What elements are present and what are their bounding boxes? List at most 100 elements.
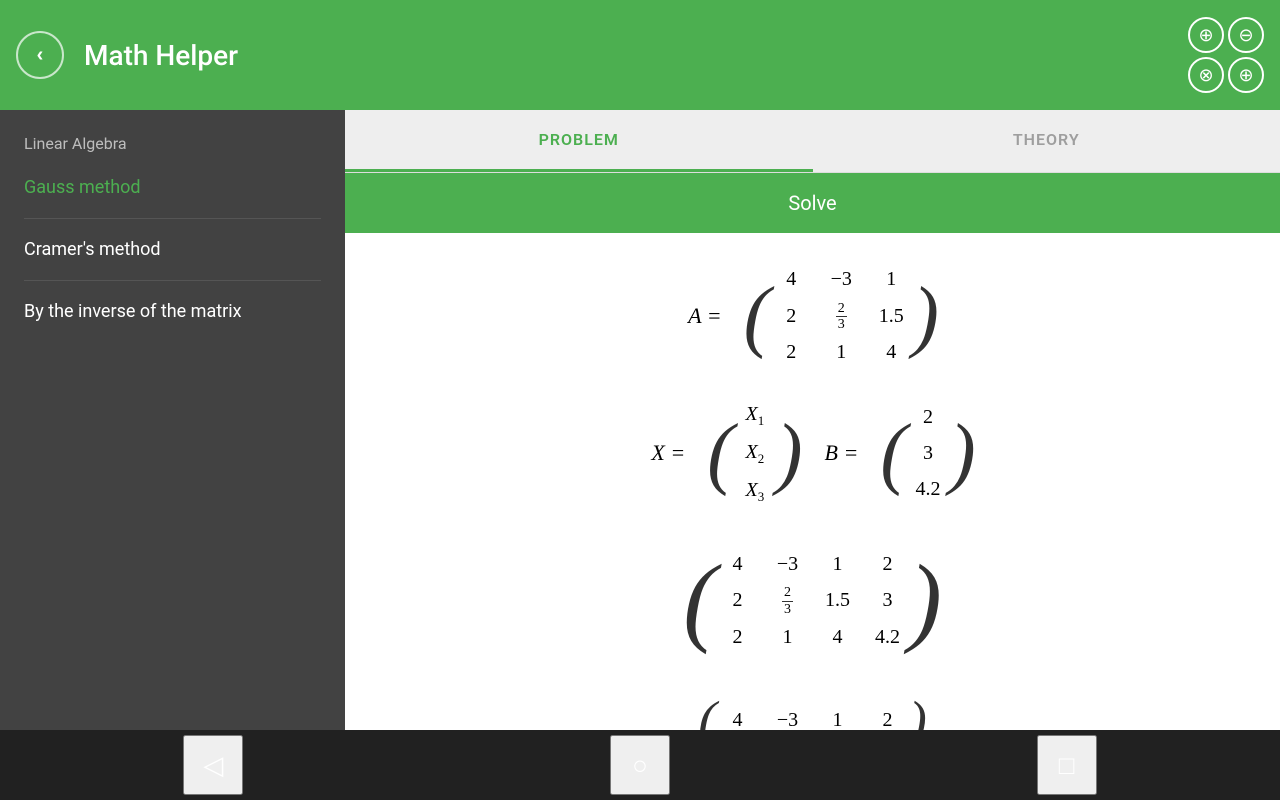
aug-row-2: 2 2 3 1.5 3 [723, 584, 903, 617]
cell-a-32: 1 [826, 336, 856, 368]
aug-22: 2 3 [773, 584, 803, 617]
left-bracket-x: ( [707, 413, 734, 493]
partial-14: 2 [873, 704, 903, 730]
aug-14: 2 [873, 548, 903, 580]
vector-b-label: B = [825, 440, 859, 466]
top-icons-group: ⊕ ⊖ ⊗ ⊕ [1188, 17, 1264, 93]
partial-13: 1 [823, 704, 853, 730]
math-content: A = ( 4 −3 1 2 2 [345, 233, 1280, 730]
tab-theory[interactable]: THEORY [813, 110, 1280, 172]
matrix-a-row-2: 2 2 3 1.5 [776, 299, 906, 332]
cell-b2: 3 [913, 437, 943, 469]
left-bracket-partial: ( [698, 693, 716, 730]
vector-x-wrapper: ( X1 X2 X3 ) [707, 398, 802, 507]
left-bracket-aug: ( [683, 550, 716, 650]
augmented-matrix-row: ( 4 −3 1 2 2 2 [673, 548, 952, 653]
nav-recents-icon: □ [1059, 750, 1075, 781]
sidebar-item-cramer[interactable]: Cramer's method [0, 219, 345, 280]
vector-x-label: X = [651, 440, 685, 466]
tab-problem[interactable]: PROBLEM [345, 110, 813, 172]
augmented-matrix-wrapper: ( 4 −3 1 2 2 2 [683, 548, 942, 653]
left-bracket-b: ( [880, 413, 907, 493]
partial-matrix-cells: 4 −3 1 2 [723, 704, 903, 730]
vector-b-wrapper: ( 2 3 4.2 ) [880, 401, 975, 505]
aug-21: 2 [723, 584, 753, 616]
partial-11: 4 [723, 704, 753, 730]
cell-a-31: 2 [776, 336, 806, 368]
right-bracket-partial: ) [909, 693, 927, 730]
aug-34: 4.2 [873, 621, 903, 653]
aug-31: 2 [723, 621, 753, 653]
matrix-a-cells: 4 −3 1 2 2 3 1.5 [776, 263, 906, 368]
nav-recents-button[interactable]: □ [1037, 735, 1097, 795]
partial-row-1: 4 −3 1 2 [723, 704, 903, 730]
cell-b1: 2 [913, 401, 943, 433]
right-bracket-b: ) [949, 413, 976, 493]
matrix-a-row: A = ( 4 −3 1 2 2 [676, 263, 949, 368]
left-bracket-a: ( [744, 276, 771, 356]
back-icon: ‹ [37, 44, 44, 67]
aug-row-1: 4 −3 1 2 [723, 548, 903, 580]
cell-x3: X3 [740, 474, 770, 508]
cell-a-22: 2 3 [826, 299, 856, 332]
augmented-matrix-cells: 4 −3 1 2 2 2 3 [723, 548, 903, 653]
app-title: Math Helper [84, 39, 1188, 72]
aug-24: 3 [873, 584, 903, 616]
vector-x-cells: X1 X2 X3 [740, 398, 770, 507]
back-button[interactable]: ‹ [16, 31, 64, 79]
matrix-a-row-3: 2 1 4 [776, 336, 906, 368]
sidebar-item-gauss[interactable]: Gauss method [0, 157, 345, 218]
cell-a-23: 1.5 [876, 300, 906, 332]
zoom-out-icon[interactable]: ⊖ [1228, 17, 1264, 53]
vector-xb-row: X = ( X1 X2 X3 ) [639, 398, 985, 507]
aug-11: 4 [723, 548, 753, 580]
right-bracket-aug: ) [909, 550, 942, 650]
aug-12: −3 [773, 548, 803, 580]
sidebar: Linear Algebra Gauss method Cramer's met… [0, 110, 345, 730]
vector-x-row-3: X3 [740, 474, 770, 508]
content-area: PROBLEM THEORY Solve A = ( 4 −3 1 [345, 110, 1280, 730]
sidebar-item-inverse[interactable]: By the inverse of the matrix [0, 281, 345, 342]
matrix-a-label: A = [688, 303, 721, 329]
solve-button[interactable]: Solve [345, 173, 1280, 233]
partial-matrix-wrapper: ( 4 −3 1 2 ) [698, 693, 927, 730]
nav-back-button[interactable]: ◁ [183, 735, 243, 795]
zoom-in-icon[interactable]: ⊕ [1188, 17, 1224, 53]
vector-b-row-2: 3 [913, 437, 943, 469]
vector-b-cells: 2 3 4.2 [913, 401, 943, 505]
top-bar: ‹ Math Helper ⊕ ⊖ ⊗ ⊕ [0, 0, 1280, 110]
nav-home-icon: ○ [632, 750, 648, 781]
aug-row-3: 2 1 4 4.2 [723, 621, 903, 653]
matrix-a-wrapper: ( 4 −3 1 2 2 3 [744, 263, 939, 368]
partial-matrix-row: ( 4 −3 1 2 ) [688, 693, 937, 730]
tabs: PROBLEM THEORY [345, 110, 1280, 173]
close-icon[interactable]: ⊗ [1188, 57, 1224, 93]
aug-13: 1 [823, 548, 853, 580]
cell-b3: 4.2 [913, 473, 943, 505]
add-icon[interactable]: ⊕ [1228, 57, 1264, 93]
cell-a-33: 4 [876, 336, 906, 368]
cell-a-12: −3 [826, 263, 856, 295]
cell-x1: X1 [740, 398, 770, 432]
sidebar-header: Linear Algebra [0, 110, 345, 157]
aug-23: 1.5 [823, 584, 853, 616]
fraction-aug-2-3: 2 3 [782, 585, 793, 617]
cell-a-21: 2 [776, 300, 806, 332]
cell-a-11: 4 [776, 263, 806, 295]
vector-b-row-3: 4.2 [913, 473, 943, 505]
nav-home-button[interactable]: ○ [610, 735, 670, 795]
vector-b-row-1: 2 [913, 401, 943, 433]
nav-back-icon: ◁ [203, 750, 223, 781]
cell-a-13: 1 [876, 263, 906, 295]
fraction-2-3: 2 3 [836, 301, 847, 333]
matrix-a-row-1: 4 −3 1 [776, 263, 906, 295]
cell-x2: X2 [740, 436, 770, 470]
main-area: Linear Algebra Gauss method Cramer's met… [0, 110, 1280, 730]
partial-12: −3 [773, 704, 803, 730]
right-bracket-x: ) [776, 413, 803, 493]
bottom-nav: ◁ ○ □ [0, 730, 1280, 800]
aug-33: 4 [823, 621, 853, 653]
vector-x-row-1: X1 [740, 398, 770, 432]
vector-x-row-2: X2 [740, 436, 770, 470]
aug-32: 1 [773, 621, 803, 653]
